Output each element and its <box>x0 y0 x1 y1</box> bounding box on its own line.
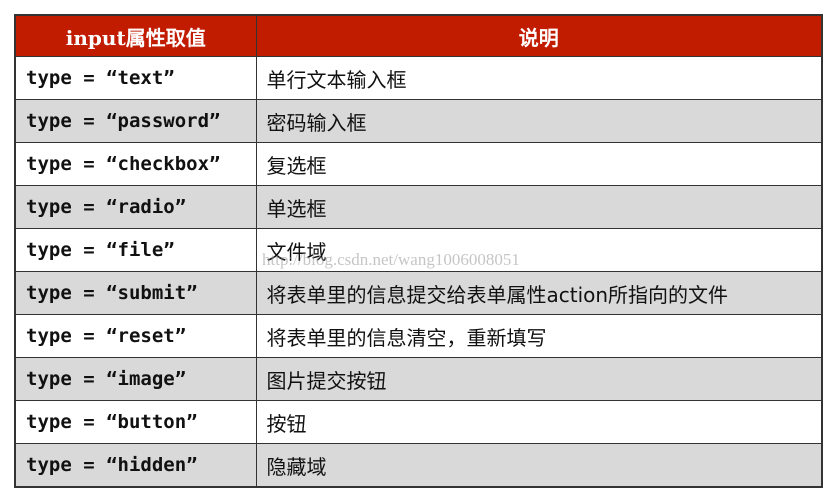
type-value: type = “hidden” <box>14 443 257 488</box>
header-row: input属性取值 说明 <box>14 14 823 57</box>
type-description: 将表单里的信息清空，重新填写 <box>255 314 823 358</box>
table-row: type = “password” 密码输入框 <box>14 99 823 143</box>
type-value: type = “radio” <box>14 185 257 229</box>
table-row: type = “submit” 将表单里的信息提交给表单属性action所指向的文… <box>14 271 823 315</box>
header-description: 说明 <box>255 14 823 57</box>
table-row: type = “button” 按钮 <box>14 400 823 444</box>
type-description: 将表单里的信息提交给表单属性action所指向的文件 <box>255 271 823 315</box>
type-description: 复选框 <box>255 142 823 186</box>
table-row: type = “text” 单行文本输入框 <box>14 56 823 100</box>
table-row: type = “reset” 将表单里的信息清空，重新填写 <box>14 314 823 358</box>
type-value: type = “reset” <box>14 314 257 358</box>
table-row: type = “file” 文件域 <box>14 228 823 272</box>
type-value: type = “image” <box>14 357 257 401</box>
table-row: type = “image” 图片提交按钮 <box>14 357 823 401</box>
type-value: type = “submit” <box>14 271 257 315</box>
type-value: type = “checkbox” <box>14 142 257 186</box>
table-row: type = “radio” 单选框 <box>14 185 823 229</box>
type-description: 按钮 <box>255 400 823 444</box>
type-description: 单行文本输入框 <box>255 56 823 100</box>
table-row: type = “hidden” 隐藏域 <box>14 443 823 488</box>
type-value: type = “file” <box>14 228 257 272</box>
table-row: type = “checkbox” 复选框 <box>14 142 823 186</box>
header-attribute-value: input属性取值 <box>14 14 257 57</box>
type-value: type = “button” <box>14 400 257 444</box>
type-value: type = “text” <box>14 56 257 100</box>
type-description: 文件域 <box>255 228 823 272</box>
type-description: 隐藏域 <box>255 443 823 488</box>
input-type-table: input属性取值 说明 type = “text” 单行文本输入框 type =… <box>14 14 823 488</box>
type-description: 图片提交按钮 <box>255 357 823 401</box>
type-value: type = “password” <box>14 99 257 143</box>
type-description: 单选框 <box>255 185 823 229</box>
type-description: 密码输入框 <box>255 99 823 143</box>
